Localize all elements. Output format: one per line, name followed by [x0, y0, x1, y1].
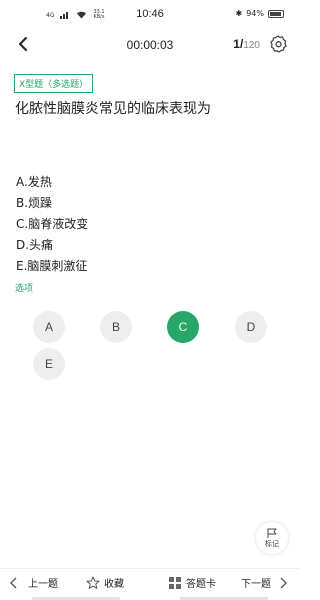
battery-icon	[268, 9, 284, 18]
option-list: A.发热 B.烦躁 C.脑脊液改变 D.头痛 E.脑膜刺激征	[16, 172, 88, 277]
next-label: 下一题	[241, 579, 271, 590]
option-c: C.脑脊液改变	[16, 217, 89, 231]
choice-b-button[interactable]: B	[100, 311, 132, 343]
prev-label: 上一题	[28, 579, 58, 590]
progress-current: 1/	[233, 37, 244, 51]
settings-button[interactable]	[268, 34, 288, 54]
progress-total: 120	[243, 40, 260, 51]
bluetooth-icon: ✱	[235, 9, 243, 18]
option-d: D.头痛	[16, 238, 54, 252]
option-e: E.脑膜刺激征	[16, 259, 88, 273]
option-a: A.发热	[16, 175, 52, 189]
choice-a-button[interactable]: A	[33, 311, 65, 343]
choices-label: 选项	[15, 284, 34, 294]
top-nav: 00:00:03 1/120	[0, 30, 300, 58]
flag-icon	[267, 528, 277, 538]
bottom-toolbar: 上一题 收藏 答题卡 下一题	[0, 568, 300, 596]
mark-button[interactable]: 标记	[256, 522, 288, 554]
favorite-label: 收藏	[104, 579, 124, 590]
status-right: ✱ 94%	[236, 9, 284, 18]
option-b: B.烦躁	[16, 196, 53, 210]
battery-percent: 94%	[246, 9, 264, 18]
prev-question-button[interactable]: 上一题	[10, 575, 58, 590]
choice-d-button[interactable]: D	[235, 311, 267, 343]
grid-icon	[169, 576, 181, 589]
chevron-left-icon	[10, 577, 17, 588]
question-type-tag: X型题（多选题）	[14, 74, 94, 93]
answer-card-button[interactable]: 答题卡	[168, 575, 216, 590]
question-text: 化脓性脑膜炎常见的临床表现为	[15, 101, 211, 117]
gear-icon	[270, 35, 287, 53]
question-progress: 1/120	[233, 37, 260, 51]
next-question-button[interactable]: 下一题	[241, 575, 287, 590]
chevron-right-icon	[280, 577, 287, 588]
choice-c-button[interactable]: C	[167, 311, 199, 343]
choice-e-button[interactable]: E	[33, 348, 65, 380]
mark-label: 标记	[265, 539, 279, 548]
answer-card-label: 答题卡	[186, 579, 216, 590]
star-icon	[86, 576, 100, 589]
status-bar: 4G 33.1 KB/s 10:46 ✱ 94%	[0, 6, 300, 26]
favorite-button[interactable]: 收藏	[86, 575, 124, 590]
